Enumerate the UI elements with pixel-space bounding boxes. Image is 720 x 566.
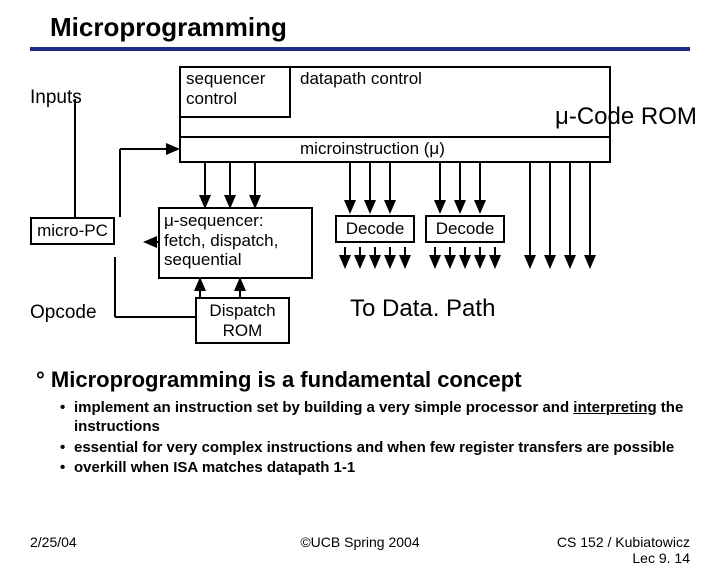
footer-date: 2/25/04 [30, 534, 77, 550]
mu-sequencer-box: μ-sequencer: fetch, dispatch, sequential [158, 207, 313, 279]
decode-box-2: Decode [425, 215, 505, 243]
dispatch-rom-box: Dispatch ROM [195, 297, 290, 344]
diagram-area: Inputs sequencer control datapath contro… [0, 57, 720, 367]
mu-glyph: μ [555, 103, 569, 130]
microinstruction-label: microinstruction (μ) [300, 139, 445, 159]
decode-box-1: Decode [335, 215, 415, 243]
dp-control-label: datapath control [300, 69, 422, 89]
seq-control-label: sequencer control [186, 69, 286, 109]
footer-copyright: ©UCB Spring 2004 [300, 534, 419, 550]
footer-course: CS 152 / KubiatowiczLec 9. 14 [557, 534, 690, 566]
bullet-headline: ° Microprogramming is a fundamental conc… [36, 367, 684, 393]
bullet-item: essential for very complex instructions … [60, 439, 684, 458]
slide-title: Microprogramming [0, 0, 720, 47]
title-underline [30, 47, 690, 51]
bullet-section: ° Microprogramming is a fundamental conc… [0, 367, 720, 478]
rom-label: μ-Code ROM [555, 103, 697, 131]
bullet-item: overkill when ISA matches datapath 1-1 [60, 459, 684, 478]
opcode-label: Opcode [30, 302, 97, 324]
to-datapath-label: To Data. Path [350, 295, 495, 323]
micro-pc-box: micro-PC [30, 217, 115, 245]
inputs-label: Inputs [30, 87, 82, 109]
bullet-item: implement an instruction set by building… [60, 399, 684, 437]
